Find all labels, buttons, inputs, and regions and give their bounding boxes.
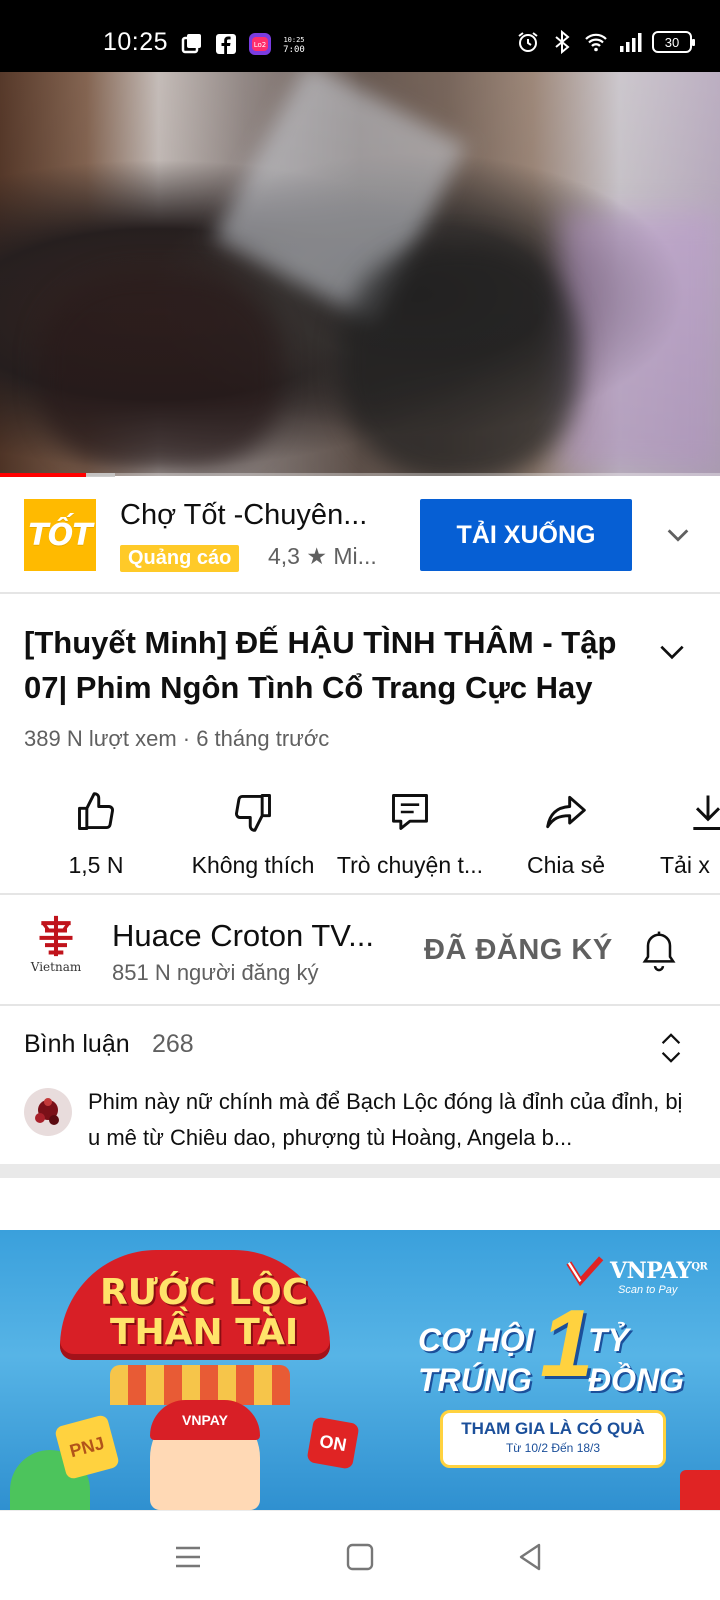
svg-text:7:00: 7:00 xyxy=(283,45,305,55)
channel-logo-icon xyxy=(39,915,73,957)
brand-tagline: Scan to Pay xyxy=(618,1284,678,1296)
ad-badge: Quảng cáo xyxy=(120,545,240,572)
banner-decoration xyxy=(680,1470,720,1510)
banner-mascot-cap: VNPAY xyxy=(150,1400,260,1440)
clock-widget-icon: 10:257:00 xyxy=(283,36,305,55)
comments-header: Bình luận xyxy=(24,1030,130,1058)
live-chat-button[interactable]: Trò chuyện t... xyxy=(336,790,484,879)
expand-collapse-icon[interactable] xyxy=(656,1030,686,1066)
advertiser-logo[interactable]: TỐT xyxy=(24,499,96,571)
expand-description-icon[interactable] xyxy=(656,636,688,668)
like-icon xyxy=(78,792,114,830)
home-icon[interactable] xyxy=(342,1539,378,1575)
svg-text:Lo2: Lo2 xyxy=(254,41,267,49)
share-label: Chia sẻ xyxy=(527,852,605,878)
banner-cta[interactable]: THAM GIA LÀ CÓ QUÀ Từ 10/2 Đến 18/3 xyxy=(440,1410,666,1468)
banner-headline-4: ĐỒNG xyxy=(588,1362,684,1398)
bell-icon[interactable] xyxy=(640,930,678,974)
share-button[interactable]: Chia sẻ xyxy=(516,790,616,879)
avatar-image-icon xyxy=(35,1098,59,1125)
notification-icon xyxy=(181,34,201,54)
status-bar: 10:25 Lo2 10:25 7:00 30 xyxy=(0,0,720,72)
share-icon xyxy=(546,795,586,829)
commenter-avatar[interactable] xyxy=(24,1088,72,1136)
comments-count: 268 xyxy=(152,1030,194,1058)
vnpay-logo-icon xyxy=(566,1256,604,1286)
subscriber-count: 851 N người đăng ký xyxy=(112,960,319,985)
facebook-icon xyxy=(216,34,236,54)
channel-row[interactable]: Vietnam Huace Croton TV... 851 N người đ… xyxy=(0,896,720,1006)
chat-label: Trò chuyện t... xyxy=(336,852,484,878)
comments-section[interactable]: Bình luận 268 Phim này nữ chính mà để Bạ… xyxy=(0,1008,720,1178)
status-left-icons: Lo2 10:25 7:00 xyxy=(180,32,306,56)
app-install-ad[interactable]: TỐT Chợ Tốt -Chuyên... Quảng cáo 4,3 ★ M… xyxy=(0,477,720,594)
menu-icon[interactable] xyxy=(170,1539,206,1575)
chat-icon xyxy=(392,794,428,830)
brand-name-main: VNPAY xyxy=(610,1258,692,1284)
banner-roof xyxy=(110,1365,290,1405)
top-comment-text[interactable]: Phim này nữ chính mà để Bạch Lộc đóng là… xyxy=(88,1084,688,1156)
banner-brand: VNPAYQR xyxy=(566,1256,708,1286)
download-label: Tải x xyxy=(660,852,710,878)
banner-ad[interactable]: RƯỚC LỘC THẦN TÀI VNPAY PNJ ON VNPAYQR S… xyxy=(0,1230,720,1510)
status-right-icons: 30 xyxy=(516,30,695,54)
banner-headline-1: CƠ HỘI xyxy=(418,1322,534,1358)
video-player[interactable] xyxy=(0,72,720,476)
alarm-icon xyxy=(518,32,538,52)
banner-cta-dates: Từ 10/2 Đến 18/3 xyxy=(505,1441,601,1455)
like-button[interactable]: 1,5 N xyxy=(66,790,126,879)
video-title[interactable]: [Thuyết Minh] ĐẾ HẬU TÌNH THÂM - Tập 07|… xyxy=(24,620,624,710)
bluetooth-icon xyxy=(555,30,570,54)
dislike-label: Không thích xyxy=(191,852,315,878)
video-frame-overlay xyxy=(0,72,720,476)
brand-name: VNPAYQR xyxy=(610,1258,708,1284)
dislike-button[interactable]: Không thích xyxy=(188,790,318,879)
banner-headline-2: TRÚNG xyxy=(418,1362,532,1398)
banner-title-line2: THẦN TÀI xyxy=(110,1312,299,1353)
status-time: 10:25 xyxy=(103,28,169,56)
action-bar: 1,5 N Không thích Trò chuyện t... Chia s… xyxy=(0,780,720,895)
chevron-down-icon[interactable] xyxy=(664,521,692,549)
svg-text:10:25: 10:25 xyxy=(283,36,304,44)
subscribed-button[interactable]: ĐÃ ĐĂNG KÝ xyxy=(424,934,613,967)
brand-suffix: QR xyxy=(691,1261,708,1273)
banner-headline-3: TỶ xyxy=(588,1322,629,1358)
ad-rating: 4,3 ★ Mi... xyxy=(268,543,377,569)
channel-name[interactable]: Huace Croton TV... xyxy=(112,918,382,954)
wifi-icon xyxy=(585,33,607,52)
download-icon xyxy=(693,795,720,830)
system-nav-bar xyxy=(0,1510,720,1600)
signal-icon xyxy=(620,33,642,52)
ad-title[interactable]: Chợ Tốt -Chuyên... xyxy=(120,499,390,532)
back-icon[interactable] xyxy=(512,1539,548,1575)
banner-big-number: 1 xyxy=(540,1290,594,1397)
channel-avatar-label: Vietnam xyxy=(30,960,82,974)
battery-icon: 30 xyxy=(652,31,695,53)
app-icon: Lo2 xyxy=(249,33,271,55)
like-count: 1,5 N xyxy=(68,852,124,878)
banner-cta-text: THAM GIA LÀ CÓ QUÀ xyxy=(461,1419,645,1438)
video-meta: 389 N lượt xem · 6 tháng trước xyxy=(24,726,330,751)
dislike-icon xyxy=(235,794,271,832)
banner-on-badge: ON xyxy=(306,1416,360,1470)
install-button[interactable]: TẢI XUỐNG xyxy=(420,499,632,571)
banner-title-line1: RƯỚC LỘC xyxy=(100,1272,309,1313)
download-button[interactable]: Tải x xyxy=(660,790,720,879)
channel-avatar[interactable]: Vietnam xyxy=(24,914,88,988)
